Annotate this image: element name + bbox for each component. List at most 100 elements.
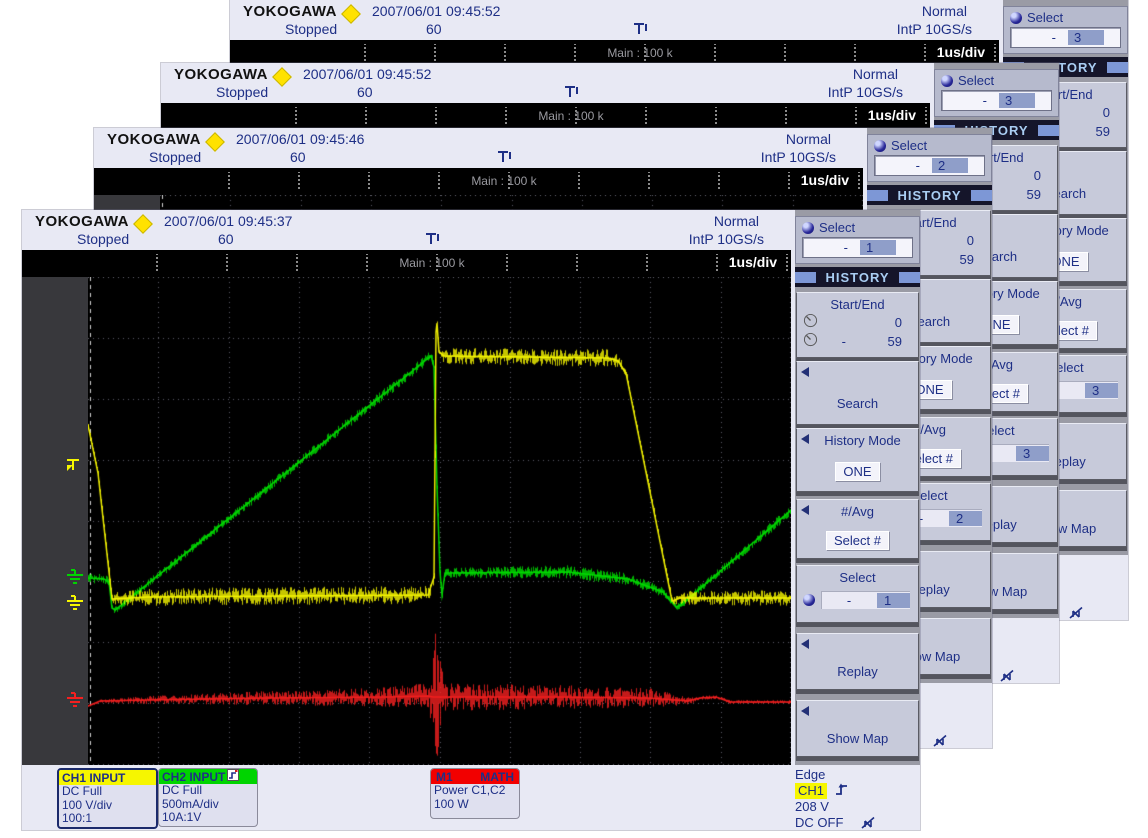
- brand-diamond-icon: [133, 214, 153, 234]
- avg-label: #/Avg: [797, 500, 918, 519]
- noise-reject-icon: [1069, 607, 1084, 622]
- datetime: 2007/06/01 09:45:52: [372, 3, 500, 19]
- history-mode-label: History Mode: [797, 429, 918, 448]
- rotary-knob-icon[interactable]: [803, 313, 818, 331]
- history-title-cap: [1038, 125, 1059, 136]
- knob-sphere-icon[interactable]: [802, 222, 814, 234]
- window-header: YOKOGAWA 2007/06/01 09:45:37 Normal Stop…: [22, 210, 920, 250]
- yokogawa-logo: YOKOGAWA: [243, 3, 337, 20]
- select-popup-input[interactable]: - 1: [802, 237, 913, 258]
- start-end-block[interactable]: Start/End 0 - 59: [796, 292, 919, 358]
- run-status: Stopped: [149, 149, 201, 165]
- ch2-probe-icon: [227, 769, 239, 784]
- select-popup-label: Select: [819, 220, 855, 235]
- avg-button[interactable]: #/Avg Select #: [796, 499, 919, 559]
- start-end-label: Start/End: [797, 293, 918, 312]
- select-popup-input[interactable]: - 2: [874, 155, 985, 176]
- menu-arrow-icon: [801, 505, 809, 515]
- select-popup-dash: -: [942, 93, 999, 108]
- history-title-cap: [795, 272, 816, 283]
- show-map-button[interactable]: Show Map: [796, 700, 919, 757]
- trigger-position-icon: [633, 22, 651, 42]
- select-popup: Select - 1: [795, 216, 920, 264]
- noise-reject-icon: [1000, 670, 1015, 685]
- history-start-value: 0: [1080, 105, 1110, 120]
- ch1-ground-marker-icon[interactable]: [64, 595, 86, 616]
- select-value: 3: [1016, 446, 1049, 461]
- yokogawa-logo: YOKOGAWA: [35, 213, 129, 230]
- select-value: 3: [1085, 383, 1118, 398]
- waveform-display: [88, 277, 791, 765]
- select-popup-input[interactable]: - 3: [941, 90, 1052, 111]
- channel-status-strip: CH1 INPUT DC Full 100 V/div 100:1 CH2 IN…: [22, 765, 920, 830]
- history-title-cap: [867, 190, 888, 201]
- history-end-dash: -: [842, 334, 846, 349]
- history-mode-value: ONE: [836, 463, 878, 480]
- history-title-cap: [971, 190, 992, 201]
- ch2-coupling: DC Full: [159, 784, 257, 798]
- screen: YOKOGAWA 2007/06/01 09:45:52 Normal Stop…: [0, 0, 1148, 838]
- menu-arrow-icon: [801, 706, 809, 716]
- trigger-level: 208 V: [795, 799, 920, 815]
- trigger-position-icon: [497, 150, 515, 170]
- select-block[interactable]: Select - 1: [796, 565, 919, 623]
- math-status-box[interactable]: M1MATH Power C1,C2 100 W: [430, 768, 520, 819]
- datetime: 2007/06/01 09:45:46: [236, 131, 364, 147]
- sampling-rate: IntP 10GS/s: [761, 149, 836, 165]
- knob-sphere-icon[interactable]: [1010, 12, 1022, 24]
- rotary-knob-icon[interactable]: [803, 332, 818, 350]
- select-popup: Select - 3: [934, 69, 1059, 117]
- sampling-rate: IntP 10GS/s: [828, 84, 903, 100]
- knob-sphere-icon[interactable]: [941, 75, 953, 87]
- search-button[interactable]: Search: [796, 361, 919, 425]
- math-ground-marker-icon[interactable]: [64, 692, 86, 713]
- sampling-rate: IntP 10GS/s: [897, 21, 972, 37]
- datetime: 2007/06/01 09:45:37: [164, 213, 292, 229]
- noise-reject-icon: [933, 735, 948, 750]
- rising-edge-icon: [835, 783, 848, 800]
- select-popup: Select - 2: [867, 134, 992, 182]
- active-knob-icon[interactable]: [803, 594, 815, 606]
- replay-label: Replay: [797, 664, 918, 679]
- select-popup-input[interactable]: - 3: [1010, 27, 1121, 48]
- show-map-label: Show Map: [797, 731, 918, 746]
- select-dash: -: [821, 593, 877, 608]
- history-mode-button[interactable]: History Mode ONE: [796, 428, 919, 492]
- knob-sphere-icon[interactable]: [874, 140, 886, 152]
- menu-arrow-icon: [801, 639, 809, 649]
- ch2-status-box[interactable]: CH2 INPUT DC Full 500mA/div 10A:1V: [158, 768, 258, 827]
- acquisition-count: 60: [290, 149, 306, 165]
- select-popup-dash: -: [1011, 30, 1068, 45]
- replay-button[interactable]: Replay: [796, 633, 919, 690]
- history-end-value: 59: [944, 252, 974, 267]
- run-status: Stopped: [77, 231, 129, 247]
- ch1-status-box[interactable]: CH1 INPUT DC Full 100 V/div 100:1: [57, 768, 158, 829]
- window-header: YOKOGAWA 2007/06/01 09:45:52 Normal Stop…: [230, 0, 1128, 40]
- select-popup-value: 1: [860, 240, 896, 255]
- select-popup-label: Select: [1027, 10, 1063, 25]
- ch2-scale: 500mA/div: [159, 798, 257, 812]
- ch2-ground-marker-icon[interactable]: [64, 569, 86, 590]
- menu-arrow-icon: [801, 434, 809, 444]
- select-value: 2: [949, 511, 982, 526]
- select-popup-value: 3: [1068, 30, 1104, 45]
- trigger-level-marker-icon[interactable]: [64, 457, 82, 478]
- timebase-bar: Main : 100 k 1us/div: [161, 103, 930, 130]
- math-scale: 100 W: [431, 798, 519, 812]
- avg-value: Select #: [827, 532, 888, 549]
- history-end-value: 59: [1080, 124, 1110, 139]
- history-title-cap: [1107, 62, 1128, 73]
- noise-reject-icon: [861, 817, 876, 832]
- soft-menu-column: Select - 1 HISTORY Start/End: [795, 210, 920, 765]
- timebase-bar: Main : 100 k 1us/div: [94, 168, 863, 195]
- ch1-probe: 100:1: [59, 812, 156, 826]
- history-start-value: 0: [1011, 168, 1041, 183]
- trigger-position-icon: [425, 232, 443, 252]
- time-per-div: 1us/div: [729, 254, 777, 270]
- acquisition-mode: Normal: [853, 66, 898, 82]
- trigger-status[interactable]: Edge CH1 208 V DC OFF: [795, 767, 920, 832]
- select-popup-value: 3: [999, 93, 1035, 108]
- select-value-box[interactable]: - 1: [821, 591, 910, 609]
- search-label: Search: [797, 396, 918, 411]
- left-marker-margin: [22, 277, 88, 765]
